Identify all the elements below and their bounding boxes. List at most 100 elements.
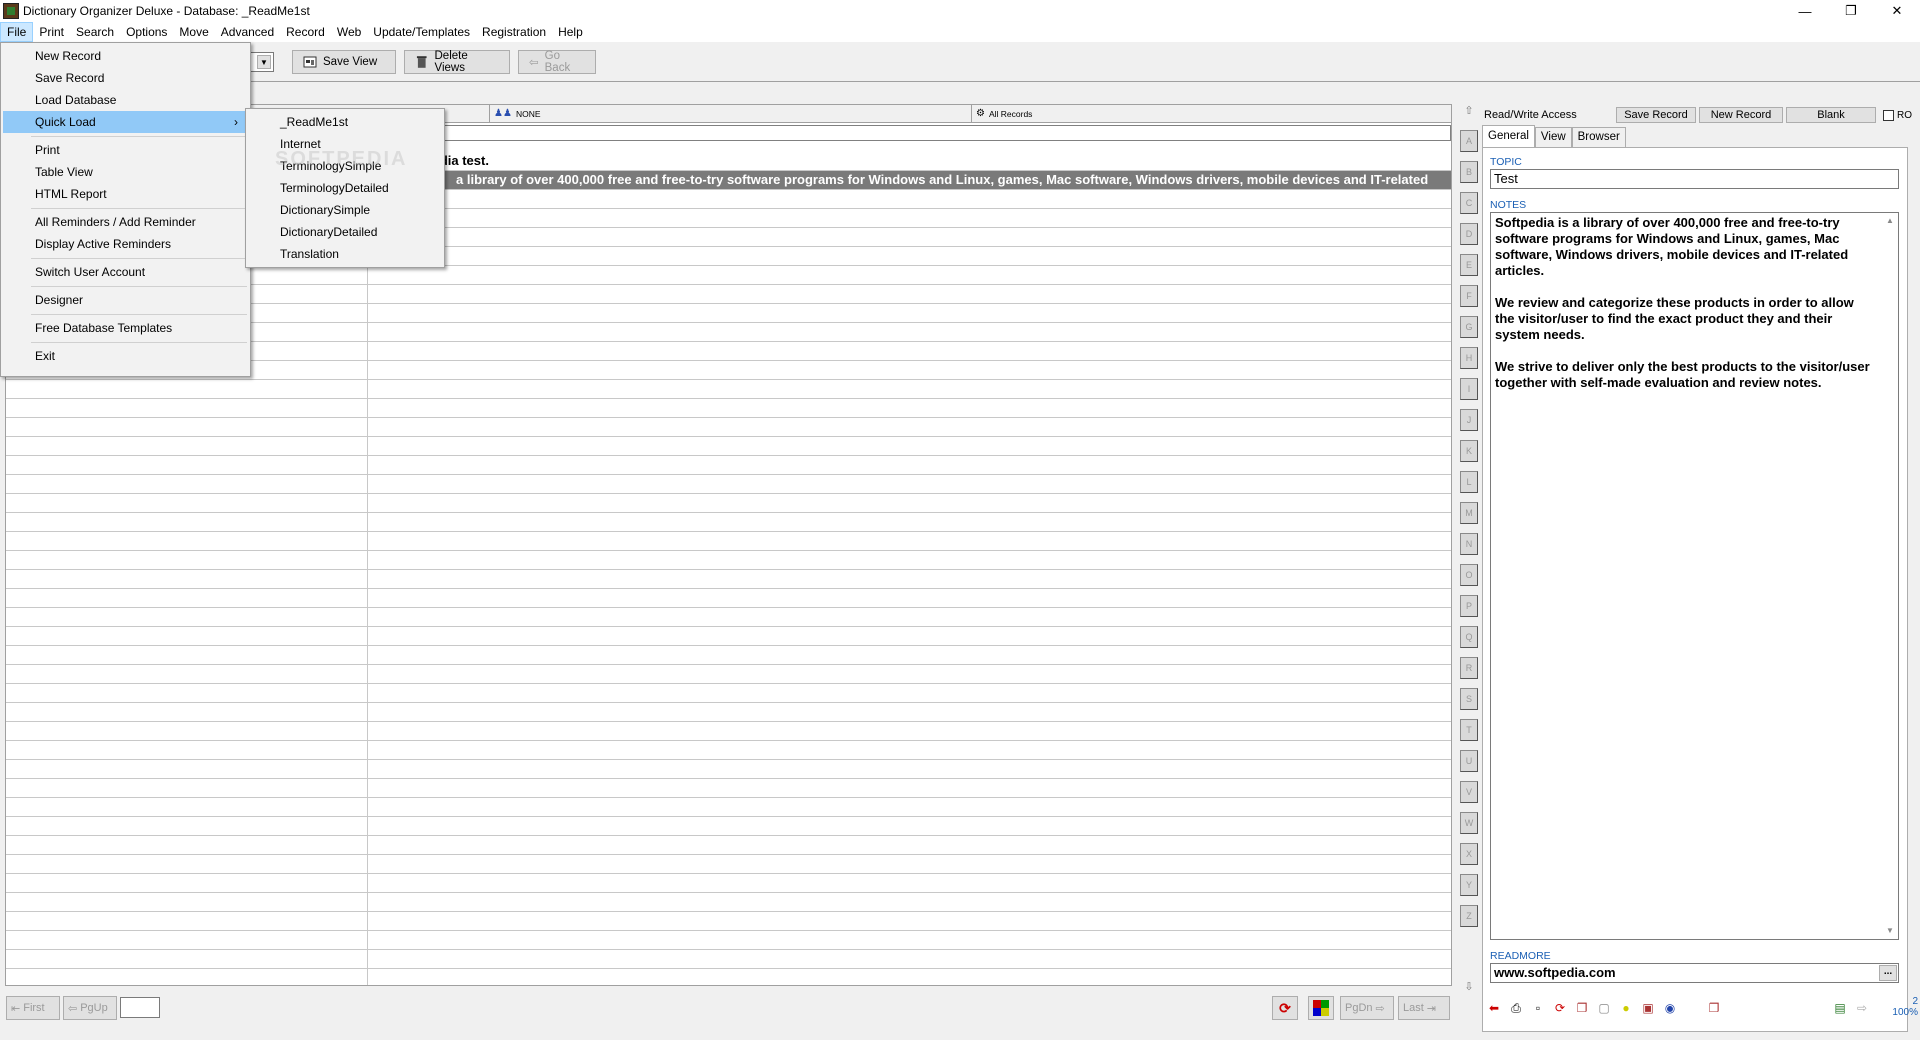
menu-item-designer[interactable]: Designer: [3, 289, 248, 311]
menu-web[interactable]: Web: [331, 22, 367, 42]
table-row[interactable]: [6, 608, 1451, 627]
scroll-down-arrow-icon[interactable]: ▼: [1882, 923, 1898, 939]
lightbulb-icon[interactable]: ●: [1616, 998, 1636, 1018]
clip-icon[interactable]: ▢: [1594, 998, 1614, 1018]
blank-button[interactable]: Blank: [1786, 107, 1876, 123]
quickload-dictionary-detailed[interactable]: DictionaryDetailed: [248, 221, 442, 243]
table-row[interactable]: [6, 494, 1451, 513]
page-number-input[interactable]: [120, 997, 160, 1018]
delete-views-button[interactable]: Delete Views: [404, 50, 510, 74]
scroll-up-icon[interactable]: ⇧: [1460, 104, 1478, 122]
menu-item-print[interactable]: Print: [3, 139, 248, 161]
minimize-icon[interactable]: —: [1782, 0, 1828, 22]
table-row[interactable]: [6, 893, 1451, 912]
alpha-tab-p[interactable]: P: [1460, 595, 1478, 617]
grid-header-col2[interactable]: ♟♟ NONE: [490, 105, 972, 123]
topic-field[interactable]: Test: [1490, 169, 1899, 189]
alpha-tab-f[interactable]: F: [1460, 285, 1478, 307]
table-row[interactable]: [6, 798, 1451, 817]
back-red-arrow-icon[interactable]: ⬅: [1484, 998, 1504, 1018]
readmore-field[interactable]: www.softpedia.com ...: [1490, 963, 1899, 983]
copy-icon[interactable]: ❐: [1572, 998, 1592, 1018]
table-row[interactable]: [6, 760, 1451, 779]
quickload-translation[interactable]: Translation: [248, 243, 442, 265]
menu-item-load-database[interactable]: Load Database: [3, 89, 248, 111]
new-record-button[interactable]: New Record: [1699, 107, 1783, 123]
alpha-tab-l[interactable]: L: [1460, 471, 1478, 493]
browse-button[interactable]: ...: [1879, 965, 1897, 981]
table-row[interactable]: [6, 475, 1451, 494]
alpha-tab-n[interactable]: N: [1460, 533, 1478, 555]
money-icon[interactable]: ▤: [1830, 998, 1850, 1018]
table-row[interactable]: [6, 703, 1451, 722]
menu-search[interactable]: Search: [70, 22, 120, 42]
table-row[interactable]: [6, 665, 1451, 684]
menu-item-html-report[interactable]: HTML Report: [3, 183, 248, 205]
alpha-tab-m[interactable]: M: [1460, 502, 1478, 524]
alpha-tab-j[interactable]: J: [1460, 409, 1478, 431]
alpha-tab-x[interactable]: X: [1460, 843, 1478, 865]
quickload-terminology-detailed[interactable]: TerminologyDetailed: [248, 177, 442, 199]
go-back-button[interactable]: ⇦ Go Back: [518, 50, 596, 74]
alpha-tab-c[interactable]: C: [1460, 192, 1478, 214]
menu-item-table-view[interactable]: Table View: [3, 161, 248, 183]
menu-print[interactable]: Print: [33, 22, 70, 42]
table-row[interactable]: [6, 779, 1451, 798]
reminder-button[interactable]: ⟳: [1272, 996, 1298, 1020]
menu-options[interactable]: Options: [120, 22, 173, 42]
trash-icon[interactable]: ▫: [1528, 998, 1548, 1018]
table-row[interactable]: [6, 950, 1451, 969]
export-icon[interactable]: ❐: [1704, 998, 1724, 1018]
grid-header-col3[interactable]: ⚙ All Records: [972, 105, 1451, 123]
table-row[interactable]: [6, 855, 1451, 874]
globe-icon[interactable]: ◉: [1660, 998, 1680, 1018]
view-combo[interactable]: ▼: [248, 52, 274, 72]
alpha-tab-z[interactable]: Z: [1460, 905, 1478, 927]
save-record-button[interactable]: Save Record: [1616, 107, 1696, 123]
table-row[interactable]: [6, 969, 1451, 985]
table-row[interactable]: [6, 912, 1451, 931]
alpha-tab-d[interactable]: D: [1460, 223, 1478, 245]
tab-general[interactable]: General: [1482, 125, 1535, 147]
alpha-tab-r[interactable]: R: [1460, 657, 1478, 679]
alpha-tab-w[interactable]: W: [1460, 812, 1478, 834]
menu-item-quick-load[interactable]: Quick Load ›: [3, 111, 248, 133]
pgdn-button[interactable]: PgDn ⇨: [1340, 996, 1394, 1020]
alpha-tab-u[interactable]: U: [1460, 750, 1478, 772]
table-row[interactable]: [6, 437, 1451, 456]
table-row[interactable]: [6, 627, 1451, 646]
alpha-tab-q[interactable]: Q: [1460, 626, 1478, 648]
alpha-tab-s[interactable]: S: [1460, 688, 1478, 710]
print-icon[interactable]: ⎙: [1506, 998, 1526, 1018]
table-row[interactable]: [6, 456, 1451, 475]
close-icon[interactable]: ✕: [1874, 0, 1920, 22]
table-row[interactable]: [6, 931, 1451, 950]
menu-file[interactable]: File: [0, 22, 34, 42]
scroll-down-icon[interactable]: ⇩: [1460, 980, 1478, 998]
table-row[interactable]: [6, 817, 1451, 836]
alpha-tab-a[interactable]: A: [1460, 130, 1478, 152]
menu-registration[interactable]: Registration: [476, 22, 552, 42]
table-row[interactable]: [6, 532, 1451, 551]
pgup-button[interactable]: ⇦ PgUp: [63, 996, 117, 1020]
last-button[interactable]: Last ⇥: [1398, 996, 1450, 1020]
table-row[interactable]: [6, 874, 1451, 893]
chevron-down-icon[interactable]: ▼: [257, 55, 271, 69]
alpha-tab-b[interactable]: B: [1460, 161, 1478, 183]
alpha-tab-e[interactable]: E: [1460, 254, 1478, 276]
ro-checkbox[interactable]: [1883, 109, 1894, 121]
menu-record[interactable]: Record: [280, 22, 331, 42]
menu-item-all-reminders[interactable]: All Reminders / Add Reminder: [3, 211, 248, 233]
forward-icon[interactable]: ⇨: [1852, 998, 1872, 1018]
menu-move[interactable]: Move: [173, 22, 214, 42]
quickload-readme[interactable]: _ReadMe1st: [248, 111, 442, 133]
alpha-tab-v[interactable]: V: [1460, 781, 1478, 803]
attach-icon[interactable]: ▣: [1638, 998, 1658, 1018]
table-row[interactable]: [6, 722, 1451, 741]
reminder-icon[interactable]: ⟳: [1550, 998, 1570, 1018]
alpha-tab-h[interactable]: H: [1460, 347, 1478, 369]
restore-icon[interactable]: ❐: [1828, 0, 1874, 22]
notes-textarea[interactable]: Softpedia is a library of over 400,000 f…: [1490, 212, 1899, 940]
menu-item-save-record[interactable]: Save Record: [3, 67, 248, 89]
menu-advanced[interactable]: Advanced: [215, 22, 280, 42]
